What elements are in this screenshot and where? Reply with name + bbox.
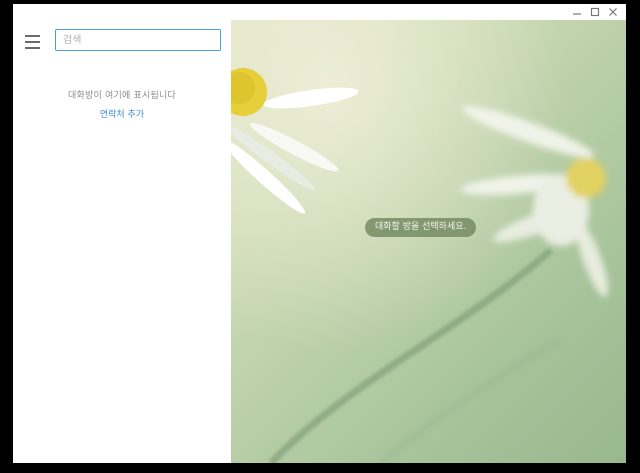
- title-bar: [13, 4, 626, 21]
- add-contact-link[interactable]: 연락처 추가: [13, 107, 231, 120]
- sidebar: 대화방이 여기에 표시됩니다 연락처 추가: [13, 20, 231, 463]
- window-controls: [568, 4, 622, 20]
- search-input[interactable]: [55, 29, 221, 51]
- empty-chat-list-message: 대화방이 여기에 표시됩니다: [68, 91, 176, 101]
- close-icon[interactable]: [604, 4, 622, 20]
- minimize-icon[interactable]: [568, 4, 586, 20]
- chat-area-background: 대화할 방을 선택하세요.: [231, 20, 626, 463]
- select-chat-prompt: 대화할 방을 선택하세요.: [365, 218, 477, 237]
- app-window: 대화방이 여기에 표시됩니다 연락처 추가: [13, 4, 626, 463]
- hamburger-menu-icon[interactable]: [25, 34, 41, 49]
- daisy-background-image: [231, 20, 626, 463]
- maximize-icon[interactable]: [586, 4, 604, 20]
